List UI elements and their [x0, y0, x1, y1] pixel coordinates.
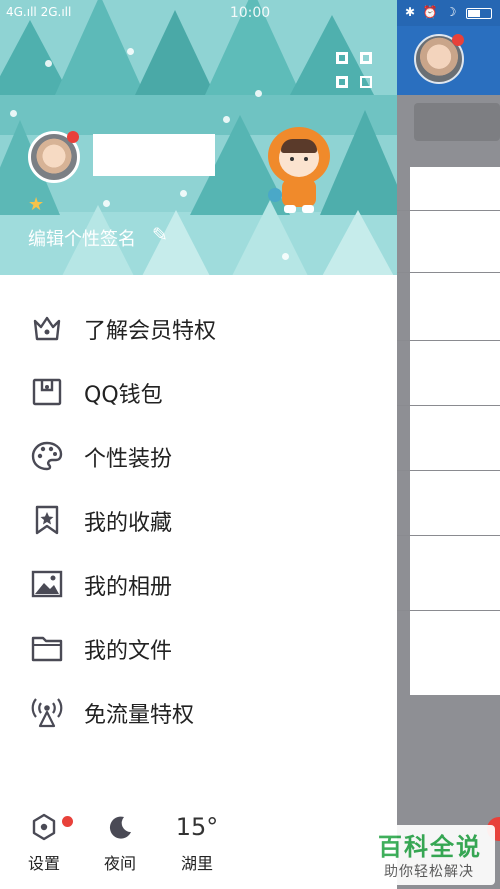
menu-label: 免流量特权	[84, 703, 195, 728]
nickname-redacted[interactable]	[93, 134, 215, 176]
menu-label: 我的收藏	[84, 511, 173, 536]
menu-item-wallet[interactable]: QQ钱包	[0, 361, 397, 425]
photo-icon	[31, 570, 63, 598]
menu-label: 我的文件	[84, 639, 173, 664]
snow-dot	[10, 110, 17, 117]
side-drawer: 4G.ıll 2G.ıll ★ 编辑个性签名 ✎ 了解会员特权 QQ钱包 个性装…	[0, 0, 397, 889]
palette-icon	[31, 441, 63, 471]
main-search-bar[interactable]	[414, 103, 500, 141]
main-content-card	[410, 167, 500, 695]
wallet-icon	[32, 378, 62, 406]
settings-hexagon-icon	[32, 813, 56, 841]
profile-header: 4G.ıll 2G.ıll ★ 编辑个性签名 ✎	[0, 0, 397, 275]
snow-dot	[127, 48, 134, 55]
menu-item-favorites[interactable]: 我的收藏	[0, 489, 397, 553]
settings-label: 设置	[27, 854, 60, 873]
weather-widget[interactable]: 15° 湖里	[167, 812, 227, 874]
watermark-subtitle: 助你轻松解决	[384, 864, 474, 880]
eskimo-mascot-illustration	[268, 127, 330, 213]
menu-item-files[interactable]: 我的文件	[0, 617, 397, 681]
snow-dot	[282, 253, 289, 260]
main-avatar[interactable]	[414, 34, 464, 84]
tree-decoration	[140, 210, 212, 275]
divider	[397, 210, 500, 211]
menu-label: 了解会员特权	[84, 319, 217, 344]
divider	[397, 340, 500, 341]
menu-item-album[interactable]: 我的相册	[0, 553, 397, 617]
snow-dot	[103, 200, 110, 207]
signature-edit-text[interactable]: 编辑个性签名	[28, 225, 136, 251]
divider	[397, 535, 500, 536]
night-mode-button[interactable]: 夜间	[90, 812, 150, 874]
main-screen-dimmed[interactable]: ✱ ⏰ ☽	[397, 0, 500, 889]
crown-icon	[33, 316, 61, 341]
menu-item-vip[interactable]: 了解会员特权	[0, 297, 397, 361]
weather-temperature: 15°	[175, 813, 219, 841]
qr-code-icon[interactable]	[336, 52, 372, 88]
menu-item-personalize[interactable]: 个性装扮	[0, 425, 397, 489]
snow-dot	[255, 90, 262, 97]
watermark-title: 百科全说	[378, 833, 482, 861]
tree-decoration	[320, 110, 397, 215]
weather-city: 湖里	[180, 854, 213, 873]
vip-star-icon[interactable]: ★	[28, 196, 44, 214]
menu-label: QQ钱包	[84, 383, 163, 408]
moon-icon	[109, 816, 131, 839]
menu-label: 个性装扮	[84, 447, 173, 472]
divider	[397, 610, 500, 611]
antenna-icon	[31, 698, 63, 728]
watermark-logo: 百科全说 助你轻松解决	[370, 825, 495, 885]
snow-dot	[45, 60, 52, 67]
divider	[397, 272, 500, 273]
pencil-icon[interactable]: ✎	[152, 224, 168, 246]
snow-dot	[223, 116, 230, 123]
status-time: 10:00	[229, 5, 271, 21]
settings-notification-dot	[62, 816, 73, 827]
bookmark-star-icon	[35, 505, 59, 535]
folder-icon	[31, 636, 63, 662]
notification-dot	[452, 34, 464, 46]
menu-label: 我的相册	[84, 575, 173, 600]
tree-decoration	[320, 210, 396, 275]
night-label: 夜间	[103, 854, 136, 873]
divider	[397, 405, 500, 406]
snow-dot	[180, 190, 187, 197]
divider	[397, 470, 500, 471]
notification-dot	[67, 131, 79, 143]
menu-item-free-data[interactable]: 免流量特权	[0, 681, 397, 745]
